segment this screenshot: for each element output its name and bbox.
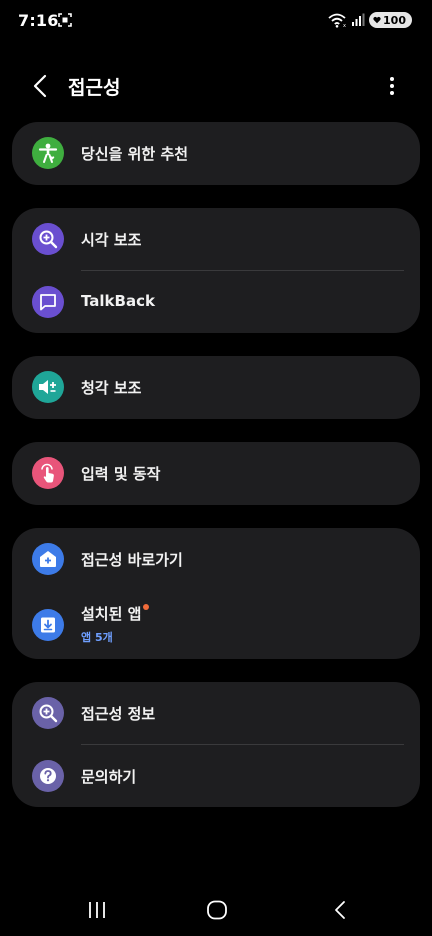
card-shortcuts: 접근성 바로가기 설치된 앱 앱 5개 <box>12 528 420 659</box>
question-icon <box>32 760 64 792</box>
recents-icon <box>89 902 105 918</box>
menu-item-talkback[interactable]: TalkBack <box>12 271 420 333</box>
menu-item-label: 입력 및 동작 <box>81 465 161 483</box>
magnifier-plus-icon <box>32 223 64 255</box>
app-header: 접근성 <box>0 64 432 108</box>
more-vertical-icon <box>390 77 394 95</box>
battery-heart-icon <box>373 16 381 24</box>
more-options-button[interactable] <box>380 72 404 100</box>
svg-text:x: x <box>343 23 346 28</box>
status-bar: 7:16 x 100 <box>0 0 432 44</box>
card-recommendations: 당신을 위한 추천 <box>12 122 420 185</box>
menu-item-label: TalkBack <box>81 292 155 310</box>
menu-item-accessibility-shortcut[interactable]: 접근성 바로가기 <box>12 528 420 590</box>
page-title: 접근성 <box>68 77 121 99</box>
battery-indicator: 100 <box>369 12 412 28</box>
accessibility-person-icon <box>32 137 64 169</box>
menu-item-label-container: 설치된 앱 <box>81 603 150 624</box>
home-icon <box>207 900 227 920</box>
battery-level: 100 <box>383 13 406 27</box>
menu-item-installed-apps[interactable]: 설치된 앱 앱 5개 <box>12 592 420 659</box>
status-time: 7:16 <box>18 11 59 30</box>
speaker-plus-icon <box>32 371 64 403</box>
menu-item-label: 문의하기 <box>81 768 137 786</box>
card-input: 입력 및 동작 <box>12 442 420 505</box>
menu-item-label: 설치된 앱 <box>81 605 142 623</box>
menu-item-sublabel: 앱 5개 <box>81 631 113 644</box>
chevron-left-icon <box>33 74 47 98</box>
card-hearing: 청각 보조 <box>12 356 420 419</box>
recents-button[interactable] <box>85 898 109 922</box>
download-box-icon <box>32 609 64 641</box>
menu-item-label: 당신을 위한 추천 <box>81 145 189 163</box>
home-button[interactable] <box>205 898 229 922</box>
back-button[interactable] <box>26 72 54 100</box>
menu-item-contact-us[interactable]: 문의하기 <box>12 745 420 807</box>
menu-item-label: 접근성 정보 <box>81 705 156 723</box>
screenshot-icon <box>58 13 72 27</box>
wifi-icon: x <box>328 13 346 28</box>
info-magnifier-icon <box>32 697 64 729</box>
menu-item-recommended[interactable]: 당신을 위한 추천 <box>12 122 420 184</box>
shortcut-plus-icon <box>32 543 64 575</box>
menu-item-label: 접근성 바로가기 <box>81 551 183 569</box>
signal-icon <box>352 13 365 26</box>
menu-item-input-interaction[interactable]: 입력 및 동작 <box>12 442 420 504</box>
menu-item-label: 시각 보조 <box>81 231 142 249</box>
card-info: 접근성 정보 문의하기 <box>12 682 420 807</box>
back-icon <box>335 901 345 919</box>
new-badge-dot <box>143 604 150 610</box>
menu-item-accessibility-info[interactable]: 접근성 정보 <box>12 682 420 744</box>
system-back-button[interactable] <box>328 898 352 922</box>
card-vision: 시각 보조 TalkBack <box>12 208 420 333</box>
menu-item-vision-assist[interactable]: 시각 보조 <box>12 208 420 270</box>
menu-item-label: 청각 보조 <box>81 379 142 397</box>
speech-bubble-icon <box>32 286 64 318</box>
touch-hand-icon <box>32 457 64 489</box>
menu-item-hearing-assist[interactable]: 청각 보조 <box>12 356 420 418</box>
system-nav-bar <box>0 888 432 932</box>
status-indicators: x 100 <box>327 12 412 28</box>
